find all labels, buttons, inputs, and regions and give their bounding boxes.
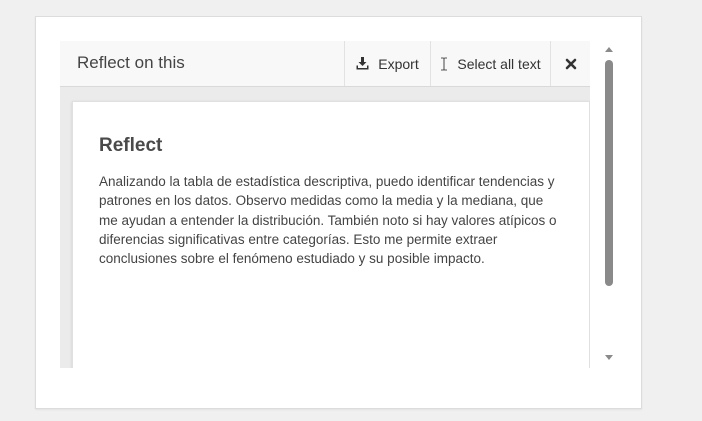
scroll-up-arrow-icon[interactable]	[605, 47, 613, 52]
scrollbar-thumb[interactable]	[605, 60, 613, 286]
export-label: Export	[378, 55, 419, 72]
content-scroll-area[interactable]: Reflect Analizando la tabla de estadísti…	[60, 87, 590, 368]
panel-title: Reflect on this	[77, 53, 185, 72]
select-all-label: Select all text	[457, 55, 541, 72]
vertical-scrollbar[interactable]	[601, 41, 617, 368]
reflect-dialog: Reflect on this Export Select all text R…	[35, 16, 642, 409]
close-icon	[565, 58, 577, 70]
export-button[interactable]: Export	[344, 41, 430, 86]
download-icon	[356, 57, 369, 70]
select-all-text-button[interactable]: Select all text	[430, 41, 550, 86]
panel-header: Reflect on this Export Select all text	[60, 41, 590, 87]
content-body: Analizando la tabla de estadística descr…	[99, 174, 557, 267]
content-card: Reflect Analizando la tabla de estadísti…	[72, 101, 590, 368]
text-cursor-icon	[440, 56, 448, 71]
scroll-down-arrow-icon[interactable]	[605, 355, 613, 360]
reflect-panel: Reflect on this Export Select all text R…	[60, 41, 617, 368]
content-title: Reflect	[99, 135, 163, 156]
close-button[interactable]	[550, 41, 590, 86]
